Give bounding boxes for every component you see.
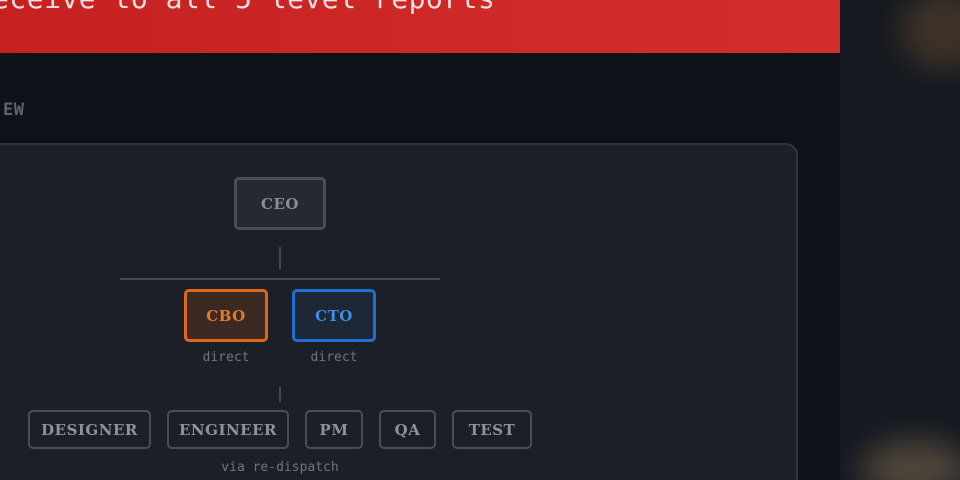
- org-node-designer[interactable]: DESIGNER: [28, 410, 151, 449]
- connector-reports-down: [279, 387, 281, 402]
- org-node-qa[interactable]: QA: [379, 410, 436, 449]
- alert-banner-text: eceive to all 5 level reports: [0, 0, 495, 15]
- connector-ceo-down: [279, 247, 281, 269]
- background-side-panel: [840, 0, 960, 480]
- roles-caption: via re-dispatch: [221, 460, 339, 475]
- org-node-test[interactable]: TEST: [452, 410, 532, 449]
- org-node-cbo[interactable]: CBO: [184, 289, 268, 342]
- cto-caption: direct: [310, 350, 358, 365]
- org-node-ceo[interactable]: CEO: [234, 177, 326, 230]
- org-node-engineer[interactable]: ENGINEER: [167, 410, 289, 449]
- blurred-light-top: [900, 0, 960, 70]
- main-content: eceive to all 5 level reports EW CEO CBO…: [0, 0, 840, 480]
- blurred-light-bottom: [860, 440, 960, 480]
- org-node-cto[interactable]: CTO: [292, 289, 376, 342]
- alert-banner: eceive to all 5 level reports: [0, 0, 840, 53]
- section-heading: EW: [3, 100, 25, 120]
- org-node-pm[interactable]: PM: [305, 410, 363, 449]
- cbo-caption: direct: [202, 350, 250, 365]
- connector-horizontal: [120, 278, 440, 280]
